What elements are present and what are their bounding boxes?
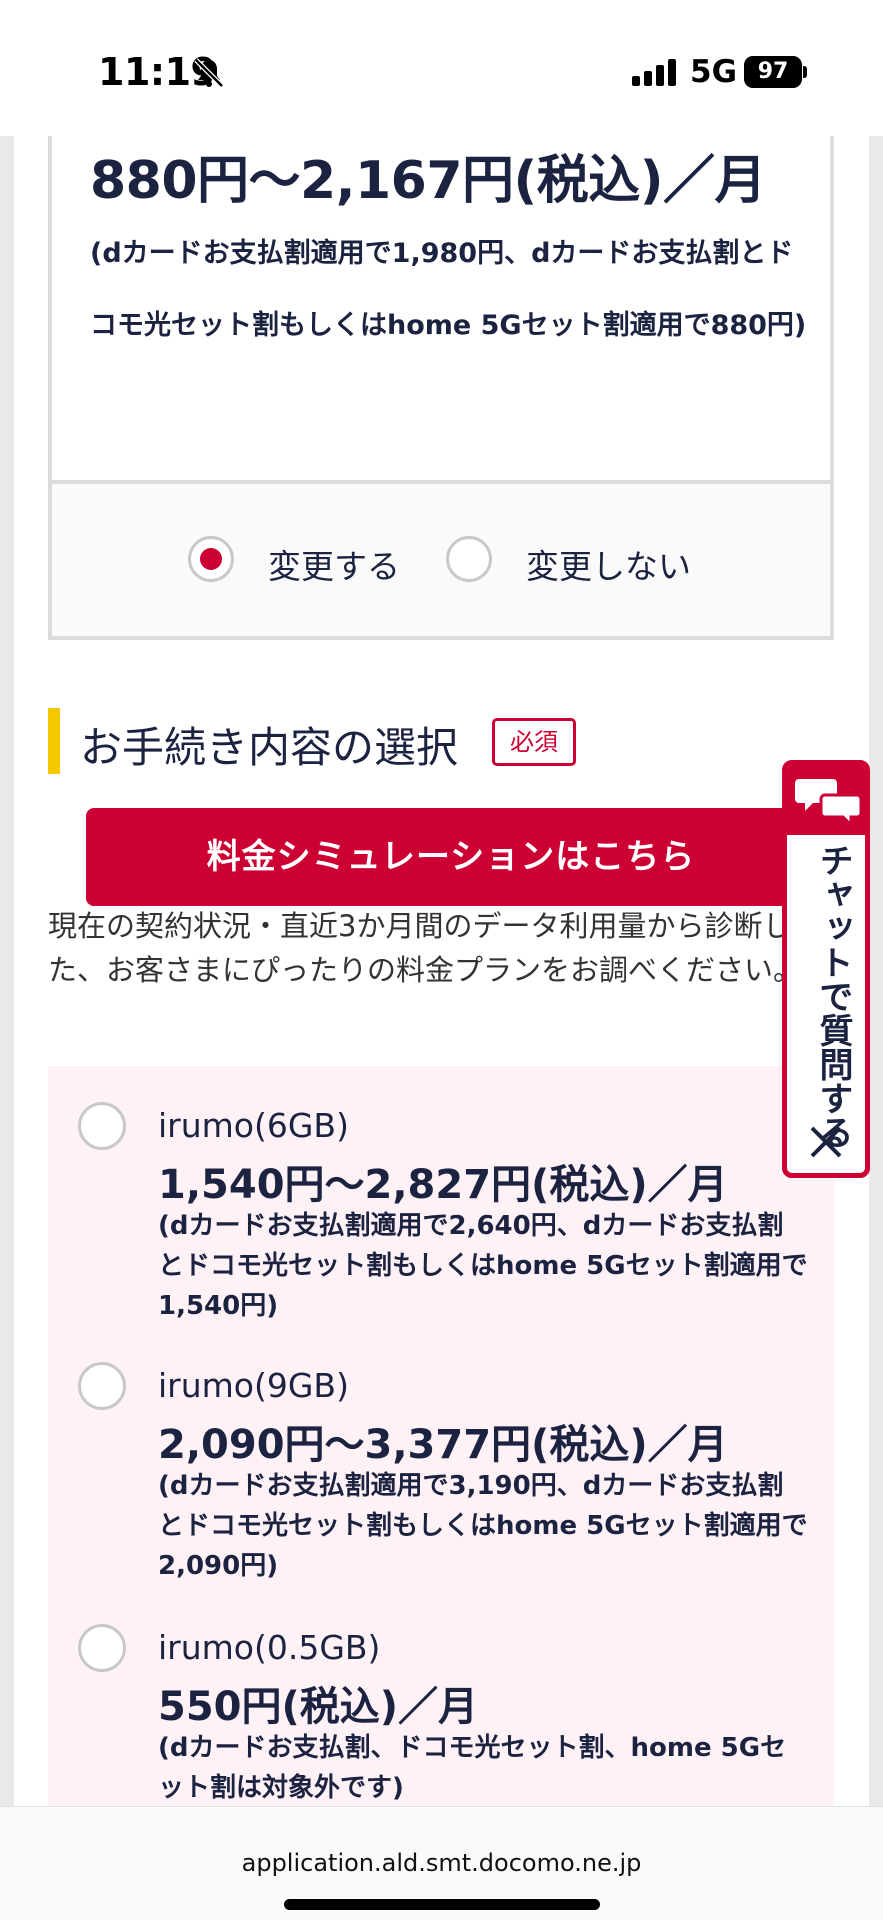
description-text: 現在の契約状況・直近3か月間のデータ利用量から診断した、お客さまにぴったりの料金… <box>48 909 803 987</box>
plan-change-radio-group: 変更する 変更しない <box>52 484 830 636</box>
chat-widget[interactable]: チャットで質問する <box>782 760 870 1178</box>
plan-name[interactable]: irumo(9GB) <box>158 1366 349 1405</box>
chat-header <box>787 765 865 835</box>
home-indicator[interactable] <box>284 1899 600 1910</box>
plan-price: 1,540円〜2,827円(税込)／月 <box>158 1162 728 1208</box>
plan-radio-irumo-0-5gb[interactable] <box>78 1624 126 1672</box>
plan-note: (dカードお支払割適用で2,640円、dカードお支払割とドコモ光セット割もしくは… <box>158 1211 808 1321</box>
current-plan-price: 880円〜2,167円(税込)／月 <box>90 151 767 211</box>
current-plan-box: 880円〜2,167円(税込)／月 (dカードお支払割適用で1,980円、dカー… <box>48 130 834 640</box>
no-change-radio[interactable] <box>446 536 492 582</box>
simulation-button[interactable]: 料金シミュレーションはこちら <box>86 808 816 906</box>
change-radio[interactable] <box>188 536 234 582</box>
close-icon[interactable] <box>807 1123 845 1161</box>
battery-icon: 97 <box>744 56 802 88</box>
chat-label[interactable]: チャットで質問する <box>801 843 853 1149</box>
page-edge-left <box>0 136 14 1806</box>
status-bar: 11:19 5G 97 <box>0 0 883 136</box>
section-title: お手続き内容の選択 <box>80 723 459 772</box>
bell-muted-icon <box>194 58 224 88</box>
network-label: 5G <box>690 54 738 90</box>
change-radio-label[interactable]: 変更する <box>268 540 400 588</box>
plan-note: (dカードお支払割適用で3,190円、dカードお支払割とドコモ光セット割もしくは… <box>158 1471 808 1581</box>
plan-price: 550円(税込)／月 <box>158 1684 479 1730</box>
plan-note: (dカードお支払割、ドコモ光セット割、home 5Gセット割は対象外です) <box>158 1733 787 1803</box>
required-badge: 必須 <box>492 718 576 766</box>
plan-name[interactable]: irumo(0.5GB) <box>158 1628 380 1667</box>
signal-icon <box>632 59 676 86</box>
url-bar[interactable]: application.ald.smt.docomo.ne.jp <box>0 1849 883 1877</box>
plan-name[interactable]: irumo(6GB) <box>158 1106 349 1145</box>
current-plan-note: (dカードお支払割適用で1,980円、dカードお支払割とドコモ光セット割もしくは… <box>90 238 807 341</box>
plan-radio-irumo-9gb[interactable] <box>78 1362 126 1410</box>
page-edge-right <box>869 136 883 1806</box>
no-change-radio-label[interactable]: 変更しない <box>526 540 691 588</box>
browser-bottom-bar: application.ald.smt.docomo.ne.jp <box>0 1806 883 1920</box>
battery-nub <box>803 66 807 78</box>
chat-bubble-icon <box>795 779 863 827</box>
plan-price: 2,090円〜3,377円(税込)／月 <box>158 1422 728 1468</box>
plan-radio-irumo-6gb[interactable] <box>78 1102 126 1150</box>
section-accent-bar <box>48 708 60 774</box>
plan-options-list: irumo(6GB) 1,540円〜2,827円(税込)／月 (dカードお支払割… <box>48 1066 834 1806</box>
